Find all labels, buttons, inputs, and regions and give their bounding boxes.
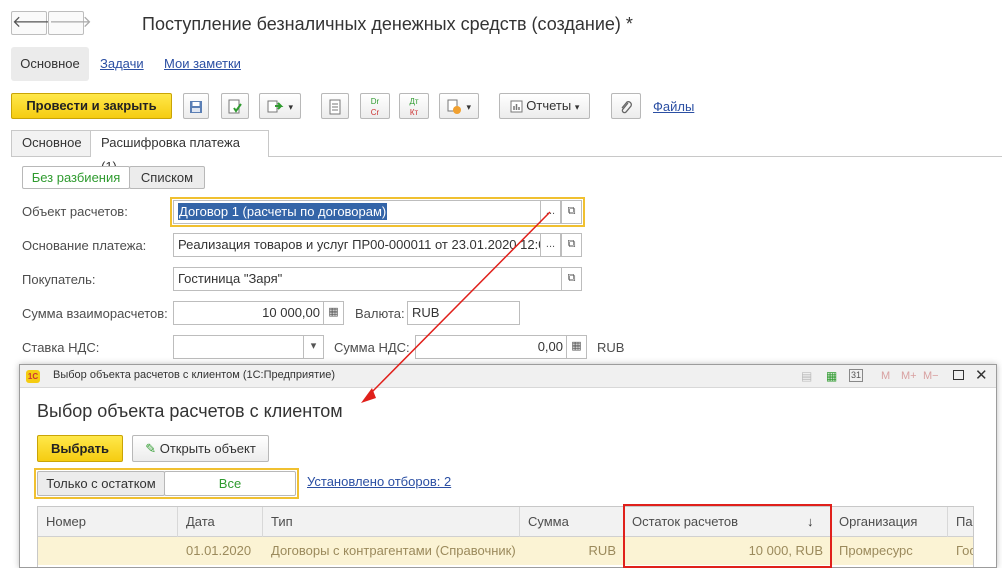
annotation-arrow-line bbox=[367, 211, 551, 397]
annotation-arrow bbox=[361, 211, 551, 403]
